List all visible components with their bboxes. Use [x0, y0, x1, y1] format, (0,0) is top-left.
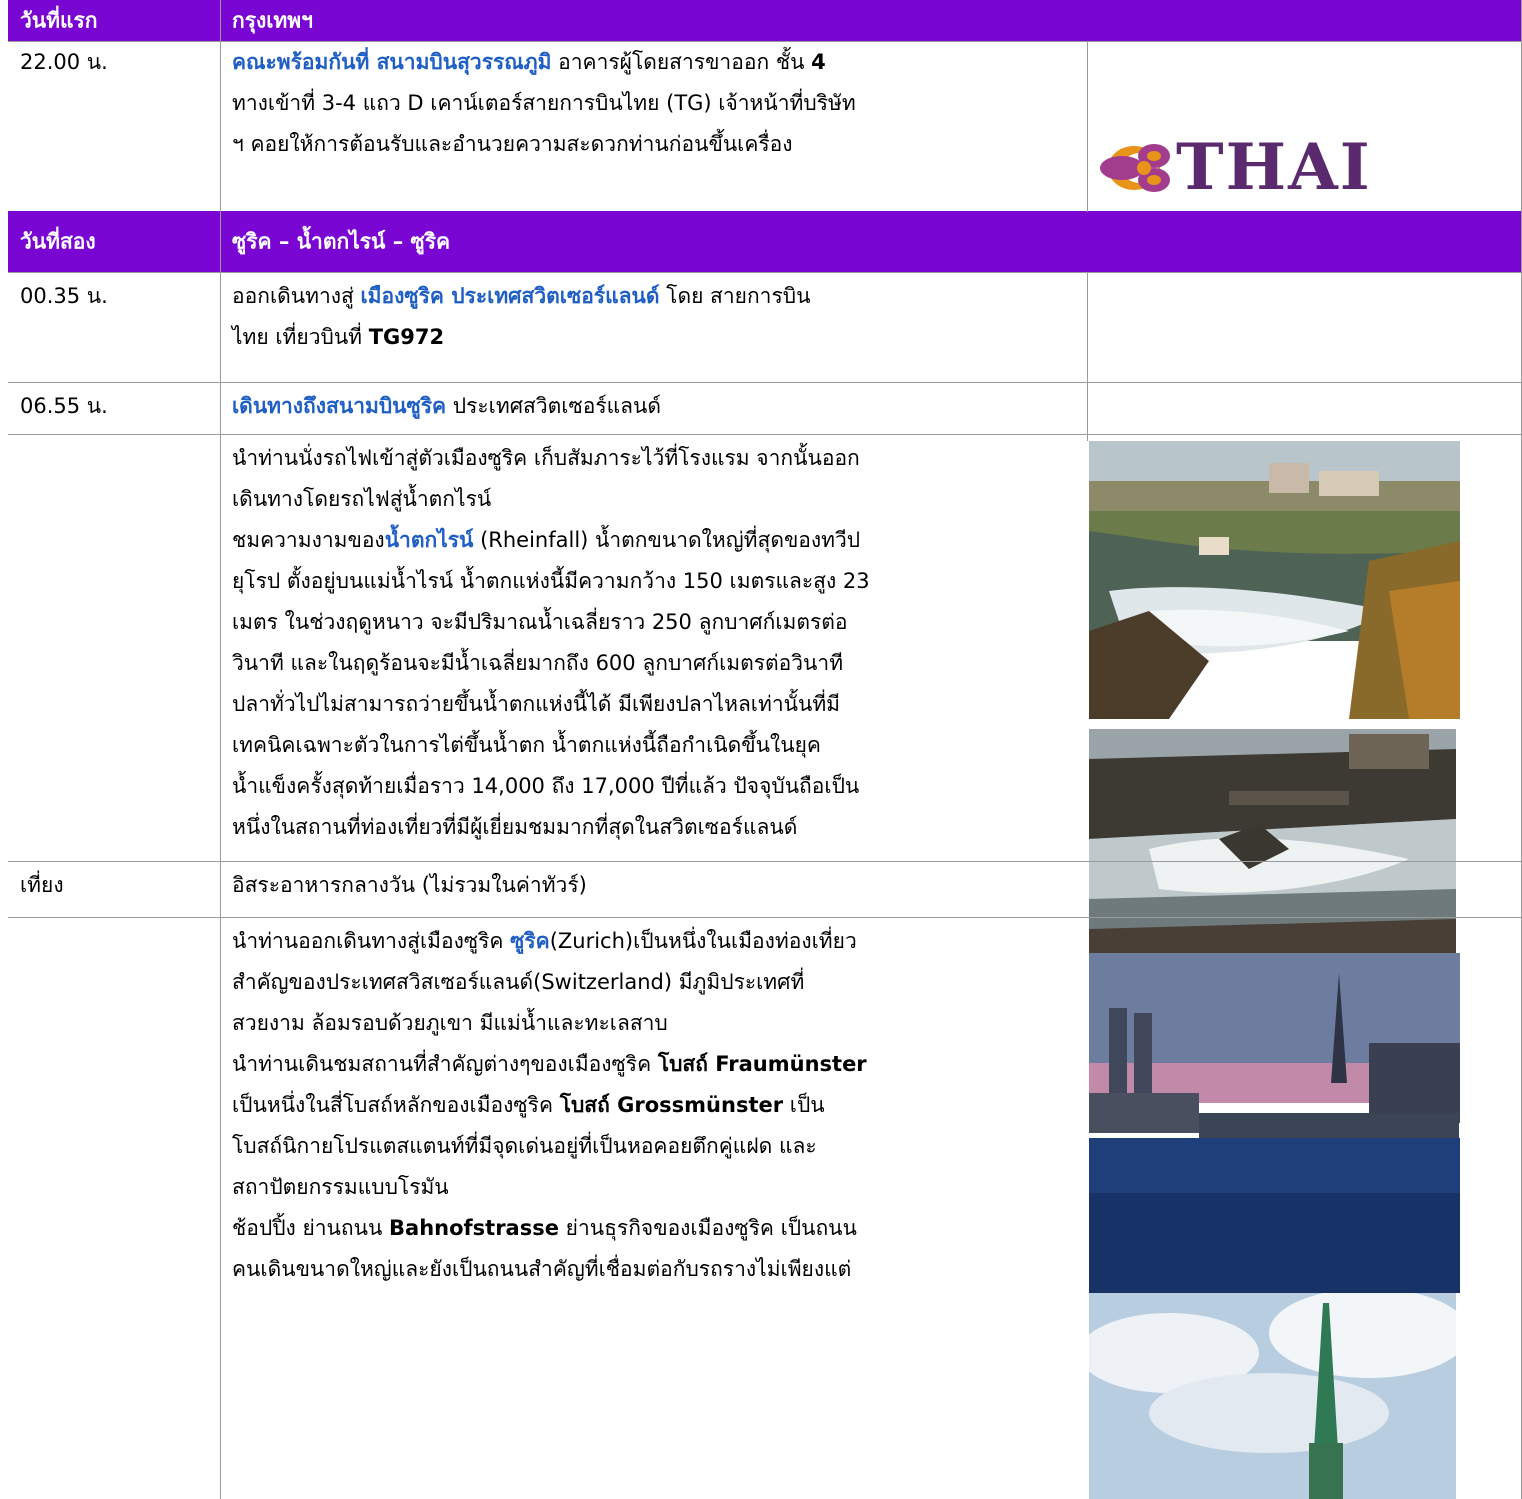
- rhein-line: ชมความงามของน้ำตกไรน์ (Rheinfall) น้ำตกข…: [232, 528, 861, 552]
- zurich-river-photo: [1089, 953, 1460, 1293]
- zurich-line: ช้อปปิ้ง ย่านถนน Bahnofstrasse ย่านธุรกิ…: [232, 1216, 857, 1240]
- day2-header: วันที่สอง ซูริค – น้ำตกไรน์ – ซูริค: [8, 211, 1522, 272]
- day1-line3: ฯ คอยให้การต้อนรับและอำนวยความสะดวกท่านก…: [232, 132, 793, 156]
- zurich-line: เป็นหนึ่งในสี่โบสถ์หลักของเมืองซูริค โบส…: [232, 1093, 825, 1117]
- zurich-line: โบสถ์นิกายโปรแตสแตนท์ที่มีจุดเด่นอยู่ที่…: [232, 1134, 817, 1158]
- row1-line1: ออกเดินทางสู่ เมืองซูริค ประเทศสวิตเซอร์…: [232, 284, 811, 308]
- thai-airways-logo: THAI: [1092, 128, 1382, 208]
- zurich-line: คนเดินขนาดใหญ่และยังเป็นถนนสำคัญที่เชื่อ…: [232, 1257, 852, 1281]
- day1-time: 22.00 น.: [20, 50, 108, 74]
- row1-line2: ไทย เที่ยวบินที่ TG972: [232, 325, 445, 349]
- rhein-line: วินาที และในฤดูร้อนจะมีน้ำเฉลี่ยมากถึง 6…: [232, 651, 844, 675]
- row2-line1: เดินทางถึงสนามบินซูริค ประเทศสวิตเซอร์แล…: [232, 394, 661, 418]
- rhein-line: เดินทางโดยรถไฟสู่น้ำตกไรน์: [232, 487, 492, 511]
- itinerary-page: วันที่แรก กรุงเทพฯ 22.00 น. คณะพร้อมกันท…: [8, 0, 1522, 1499]
- rhein-line: ยุโรป ตั้งอยู่บนแม่น้ำไรน์ น้ำตกแห่งนี้ม…: [232, 569, 870, 593]
- fraumunster-spire-photo: [1089, 1293, 1456, 1499]
- column-divider: [220, 0, 221, 1499]
- zurich-line: นำท่านออกเดินทางสู่เมืองซูริค ซูริค(Zuri…: [232, 929, 857, 953]
- rhein-line: เมตร ในช่วงฤดูหนาว จะมีปริมาณน้ำเฉลี่ยรา…: [232, 610, 848, 634]
- column-divider: [1087, 42, 1088, 212]
- zurich-line: สถาปัตยกรรมแบบโรมัน: [232, 1175, 449, 1199]
- lunch-text: อิสระอาหารกลางวัน (ไม่รวมในค่าทัวร์): [232, 873, 587, 897]
- day1-label: วันที่แรก: [20, 8, 98, 32]
- lunch-time: เที่ยง: [20, 873, 64, 897]
- rhein-line: ปลาทั่วไปไม่สามารถว่ายขึ้นน้ำตกแห่งนี้ได…: [232, 692, 841, 716]
- day1-line2: ทางเข้าที่ 3-4 แถว D เคาน์เตอร์สายการบิน…: [232, 91, 856, 115]
- rhein-line: นำท่านนั่งรถไฟเข้าสู่ตัวเมืองซูริค เก็บส…: [232, 446, 860, 470]
- day1-title: กรุงเทพฯ: [232, 8, 313, 32]
- rhine-falls-photo-winter: [1089, 729, 1456, 972]
- day1-line1: คณะพร้อมกันที่ สนามบินสุวรรณภูมิ อาคารผู…: [232, 50, 826, 74]
- rhein-line: น้ำแข็งครั้งสุดท้ายเมื่อราว 14,000 ถึง 1…: [232, 774, 860, 798]
- row-divider: [8, 861, 1522, 862]
- row-divider: [8, 272, 1522, 273]
- column-divider: [1087, 272, 1088, 441]
- day1-highlight: คณะพร้อมกันที่ สนามบินสุวรรณภูมิ: [232, 50, 552, 74]
- row-divider: [8, 434, 1522, 435]
- zurich-line: นำท่านเดินชมสถานที่สำคัญต่างๆของเมืองซูร…: [232, 1052, 867, 1076]
- day2-label: วันที่สอง: [20, 229, 96, 253]
- row-divider: [8, 917, 1522, 918]
- row2-time: 06.55 น.: [20, 394, 108, 418]
- rhein-line: เทคนิคเฉพาะตัวในการไต่ขึ้นน้ำตก น้ำตกแห่…: [232, 733, 821, 757]
- row-divider: [8, 41, 1522, 42]
- day2-title: ซูริค – น้ำตกไรน์ – ซูริค: [232, 229, 451, 253]
- zurich-line: สำคัญของประเทศสวิสเซอร์แลนด์(Switzerland…: [232, 970, 805, 994]
- rhine-falls-photo-autumn: [1089, 441, 1460, 719]
- row-divider: [8, 382, 1522, 383]
- thai-logo-text: THAI: [1176, 130, 1372, 205]
- zurich-line: สวยงาม ล้อมรอบด้วยภูเขา มีแม่น้ำและทะเลส…: [232, 1011, 668, 1035]
- row1-time: 00.35 น.: [20, 284, 108, 308]
- day1-header: วันที่แรก กรุงเทพฯ: [8, 0, 1522, 41]
- rhein-line: หนึ่งในสถานที่ท่องเที่ยวที่มีผู้เยี่ยมชม…: [232, 815, 798, 839]
